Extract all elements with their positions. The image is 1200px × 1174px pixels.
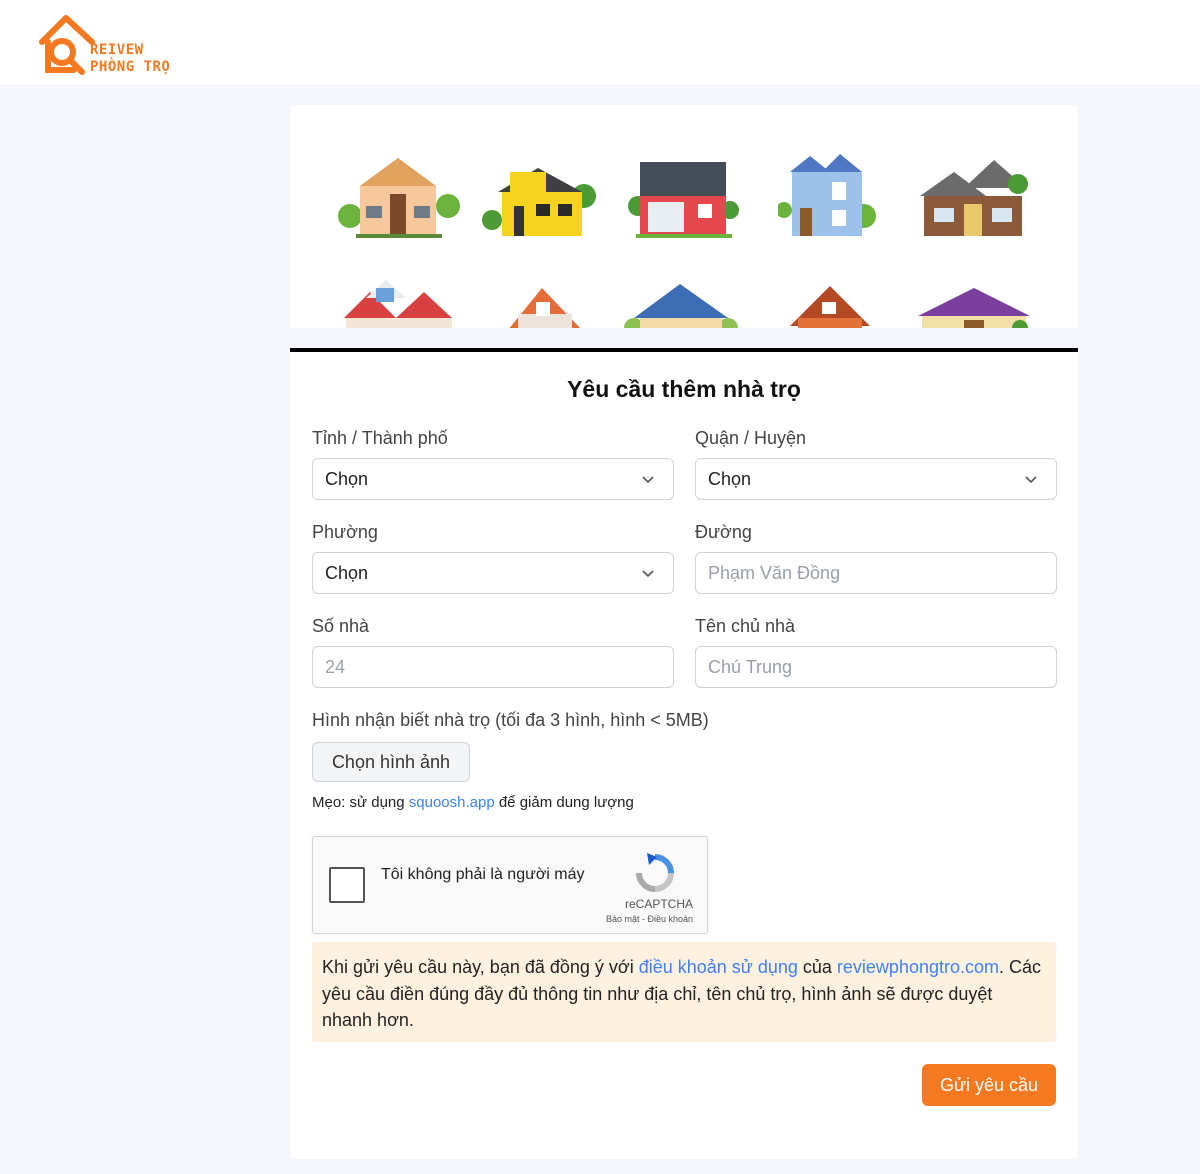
house-number-input[interactable]: 24 <box>312 646 674 688</box>
recaptcha-brand: reCAPTCHA <box>624 897 693 911</box>
notice-part1: Khi gửi yêu cầu này, bạn đã đồng ý với <box>322 957 639 977</box>
ward-label: Phường <box>312 522 378 542</box>
recaptcha-label: Tôi không phải là người máy <box>381 866 585 883</box>
submit-button[interactable]: Gửi yêu cầu <box>922 1064 1056 1106</box>
district-label: Quận / Huyện <box>695 428 807 448</box>
province-select-value: Chọn <box>325 468 369 489</box>
images-label: Hình nhận biết nhà trọ (tối đa 3 hình, h… <box>312 710 709 730</box>
street-input[interactable]: Phạm Văn Đồng <box>695 552 1057 594</box>
house-illustration-icon <box>624 284 738 328</box>
logo-line1: REIVEW <box>90 42 144 58</box>
chevron-down-icon <box>1025 476 1037 484</box>
house-illustration-icon <box>338 158 460 238</box>
house-number-placeholder: 24 <box>325 656 346 677</box>
logo-line2: PHÒNG TRỌ <box>90 59 171 75</box>
tip-prefix: Mẹo: sử dụng <box>312 794 409 811</box>
owner-input[interactable]: Chú Trung <box>695 646 1057 688</box>
terms-link[interactable]: điều khoản sử dụng <box>639 957 798 977</box>
house-illustration-icon <box>920 160 1028 236</box>
house-illustration-icon <box>628 162 739 238</box>
house-illustration-icon <box>344 280 452 328</box>
squoosh-link[interactable]: squoosh.app <box>409 794 495 811</box>
site-link[interactable]: reviewphongtro.com <box>837 957 999 977</box>
house-illustration-icon <box>482 168 596 236</box>
house-illustration-icon <box>778 154 876 236</box>
house-search-logo-icon <box>39 15 95 75</box>
recaptcha-links[interactable]: Bảo mật - Điều khoản <box>606 914 693 924</box>
recaptcha-checkbox[interactable] <box>329 867 365 903</box>
top-bar: REIVEW PHÒNG TRỌ <box>0 0 1200 84</box>
tip-suffix: để giảm dung lượng <box>494 794 634 811</box>
terms-notice: Khi gửi yêu cầu này, bạn đã đồng ý với đ… <box>312 942 1056 1042</box>
house-banner <box>290 106 1078 328</box>
owner-placeholder: Chú Trung <box>708 656 793 677</box>
recaptcha-widget: Tôi không phải là người máy reCAPTCHA Bả… <box>312 836 708 934</box>
ward-select[interactable]: Chọn <box>312 552 674 594</box>
street-label: Đường <box>695 522 752 542</box>
province-select[interactable]: Chọn <box>312 458 674 500</box>
owner-label: Tên chủ nhà <box>695 616 796 636</box>
chevron-down-icon <box>642 570 654 578</box>
house-illustration-icon <box>918 288 1030 328</box>
logo-text: REIVEW PHÒNG TRỌ <box>90 42 170 76</box>
form-title: Yêu cầu thêm nhà trọ <box>567 376 801 402</box>
house-number-label: Số nhà <box>312 616 370 636</box>
recaptcha-icon <box>636 853 674 892</box>
house-illustration-icon <box>790 286 870 328</box>
site-logo[interactable]: REIVEW PHÒNG TRỌ <box>38 12 188 76</box>
district-select[interactable]: Chọn <box>695 458 1057 500</box>
choose-images-button[interactable]: Chọn hình ảnh <box>312 742 470 782</box>
ward-select-value: Chọn <box>325 562 369 583</box>
house-illustration-icon <box>509 288 581 328</box>
chevron-down-icon <box>642 476 654 484</box>
district-select-value: Chọn <box>708 468 752 489</box>
tip-text: Mẹo: sử dụng squoosh.app để giảm dung lư… <box>312 794 634 811</box>
province-label: Tỉnh / Thành phố <box>312 428 448 448</box>
notice-part2: của <box>797 957 837 977</box>
street-placeholder: Phạm Văn Đồng <box>708 562 841 583</box>
request-form: Yêu cầu thêm nhà trọ Tỉnh / Thành phố Ch… <box>290 352 1078 1158</box>
